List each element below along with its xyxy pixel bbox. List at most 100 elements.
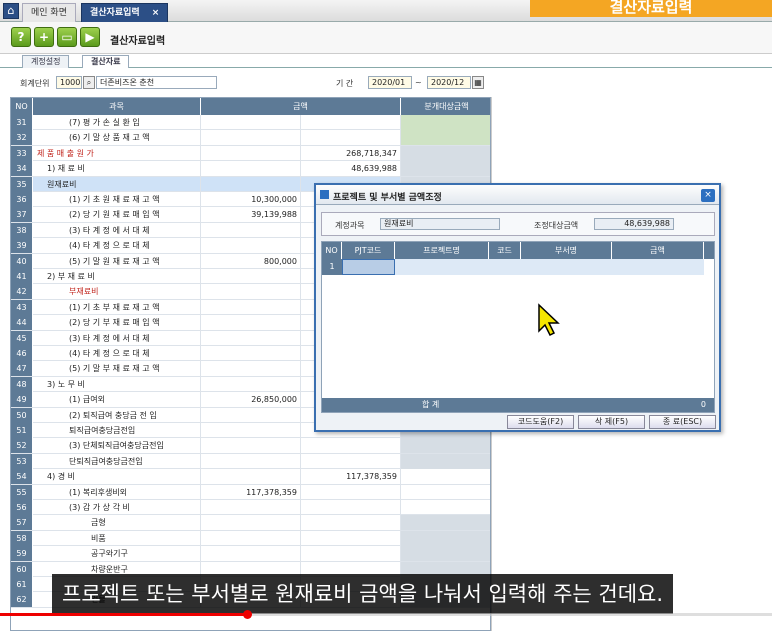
row-number: 50: [11, 407, 33, 423]
amount-input-cell[interactable]: [201, 145, 301, 161]
target-amount-field: 48,639,988: [594, 218, 674, 230]
subject-cell: (6) 기 말 상 품 재 고 액: [33, 130, 201, 146]
row-number: 34: [11, 161, 33, 177]
subject-cell: (2) 당 기 원 재 료 매 입 액: [33, 207, 201, 223]
subject-cell: 원재료비: [33, 176, 201, 192]
toolbar: ? + ▭ ▶ 결산자료입력: [0, 22, 772, 54]
amount-input-cell[interactable]: [201, 423, 301, 438]
row-number: 51: [11, 423, 33, 438]
dialog-title: 프로젝트 및 부서별 금액조정: [333, 193, 442, 203]
table-row[interactable]: 53 단퇴직급여충당금전입: [11, 453, 490, 470]
period-to-input[interactable]: 2020/12: [427, 76, 471, 89]
amount-input-cell[interactable]: [201, 361, 301, 377]
row-number: 48: [11, 376, 33, 392]
close-icon[interactable]: ×: [701, 189, 715, 202]
pjt-code-input[interactable]: [342, 259, 395, 275]
play-icon[interactable]: ▶: [80, 27, 100, 47]
table-row[interactable]: 58 비품: [11, 530, 490, 547]
amount-input-cell[interactable]: [201, 346, 301, 361]
amount-input-cell[interactable]: 26,850,000: [201, 392, 301, 408]
help-icon[interactable]: ?: [11, 27, 31, 47]
delete-button[interactable]: 삭 제(F5): [578, 415, 645, 429]
subject-cell: (1) 기 초 부 재 료 재 고 액: [33, 299, 201, 315]
subject-cell: (3) 타 계 정 에 서 대 체: [33, 222, 201, 238]
tab-main[interactable]: 메인 화면: [22, 3, 76, 22]
table-row[interactable]: 56 (3) 감 가 상 각 비: [11, 500, 490, 516]
dialog-grid: NO PJT코드 프로젝트명 코드 부서명 금액 1 합 계 0: [321, 241, 715, 413]
amount-input-cell[interactable]: [201, 515, 301, 531]
division-cell: [401, 546, 490, 562]
close-icon[interactable]: ×: [152, 8, 160, 18]
subject-cell: 제 품 매 출 원 가: [33, 145, 201, 161]
period-from-input[interactable]: 2020/01: [368, 76, 412, 89]
amount-input-cell[interactable]: [201, 330, 301, 346]
amount-input-cell[interactable]: [201, 299, 301, 315]
tab-closing-data[interactable]: 결산자료입력 ×: [81, 3, 169, 22]
home-icon[interactable]: ⌂: [3, 3, 19, 19]
amount-input-cell[interactable]: [201, 115, 301, 130]
amount-input-cell[interactable]: [201, 407, 301, 423]
table-row[interactable]: 54 4) 경 비 117,378,359: [11, 469, 490, 485]
progress-handle[interactable]: [243, 610, 253, 619]
table-row[interactable]: 32 (6) 기 말 상 품 재 고 액: [11, 130, 490, 146]
amount-input-cell[interactable]: [201, 238, 301, 254]
page-title: 결산자료입력: [110, 36, 166, 47]
code-help-button[interactable]: 코드도움(F2): [507, 415, 574, 429]
table-row[interactable]: 59 공구와기구: [11, 546, 490, 562]
target-label: 조정대상금액: [534, 221, 579, 230]
amount-input-cell[interactable]: [201, 438, 301, 454]
unit-code-input[interactable]: 1000: [56, 76, 82, 89]
code-cell[interactable]: [489, 259, 521, 275]
dialog-titlebar: 프로젝트 및 부서별 금액조정 ×: [316, 185, 719, 205]
amount-input-cell[interactable]: [201, 161, 301, 177]
tab-label: 결산자료입력: [90, 8, 140, 18]
tab-closing-data-sub[interactable]: 결산자료: [82, 55, 130, 68]
header-no: NO: [11, 98, 33, 115]
calendar-icon[interactable]: ▦: [472, 76, 484, 89]
amount-cell[interactable]: [612, 259, 704, 275]
row-number: 44: [11, 315, 33, 331]
search-icon[interactable]: ⌕: [83, 76, 95, 89]
table-row[interactable]: 55 (1) 복리후생비외 117,378,359: [11, 484, 490, 500]
subject-cell: 금형: [33, 515, 201, 531]
video-progress-bar[interactable]: [0, 610, 772, 619]
screen-icon[interactable]: ▭: [57, 27, 77, 47]
amount-input-cell[interactable]: 117,378,359: [201, 484, 301, 500]
progress-fill: [0, 613, 248, 616]
table-row[interactable]: 33 제 품 매 출 원 가 268,718,347: [11, 145, 490, 162]
dialog-row-no: 1: [322, 259, 342, 275]
amount-input-cell[interactable]: [201, 546, 301, 562]
account-field: 원재료비: [380, 218, 500, 230]
amount-input-cell[interactable]: [201, 500, 301, 515]
amount-input-cell[interactable]: 39,139,988: [201, 207, 301, 223]
amount-input-cell[interactable]: [201, 269, 301, 284]
amount-input-cell[interactable]: [201, 469, 301, 485]
header-subject: 과목: [33, 98, 201, 115]
amount-input-cell[interactable]: [201, 376, 301, 392]
row-number: 47: [11, 361, 33, 377]
amount-input-cell[interactable]: [201, 315, 301, 331]
amount-input-cell[interactable]: [201, 453, 301, 469]
subject-cell: 단퇴직급여충당금전입: [33, 453, 201, 469]
amount-input-cell[interactable]: [201, 176, 301, 192]
row-number: 40: [11, 253, 33, 269]
amount-input-cell[interactable]: [201, 530, 301, 546]
amount-input-cell[interactable]: 10,300,000: [201, 192, 301, 207]
table-row[interactable]: 52 (3) 단체퇴직급여충당금전입: [11, 438, 490, 454]
dept-name-cell[interactable]: [521, 259, 612, 275]
amount-input-cell[interactable]: 800,000: [201, 253, 301, 269]
project-name-cell[interactable]: [395, 259, 489, 275]
plus-icon[interactable]: +: [34, 27, 54, 47]
amount-total-cell: [301, 115, 401, 130]
row-number: 62: [11, 592, 33, 608]
amount-input-cell[interactable]: [201, 130, 301, 146]
close-button[interactable]: 종 료(ESC): [649, 415, 716, 429]
unit-label: 회계단위: [20, 79, 50, 88]
amount-input-cell[interactable]: [201, 284, 301, 300]
table-row[interactable]: 34 1) 재 료 비 48,639,988: [11, 161, 490, 177]
table-row[interactable]: 57 금형: [11, 515, 490, 531]
row-number: 42: [11, 284, 33, 300]
tab-account-settings[interactable]: 계정설정: [22, 55, 70, 68]
table-row[interactable]: 31 (7) 평 가 손 실 환 입: [11, 115, 490, 131]
amount-input-cell[interactable]: [201, 222, 301, 238]
